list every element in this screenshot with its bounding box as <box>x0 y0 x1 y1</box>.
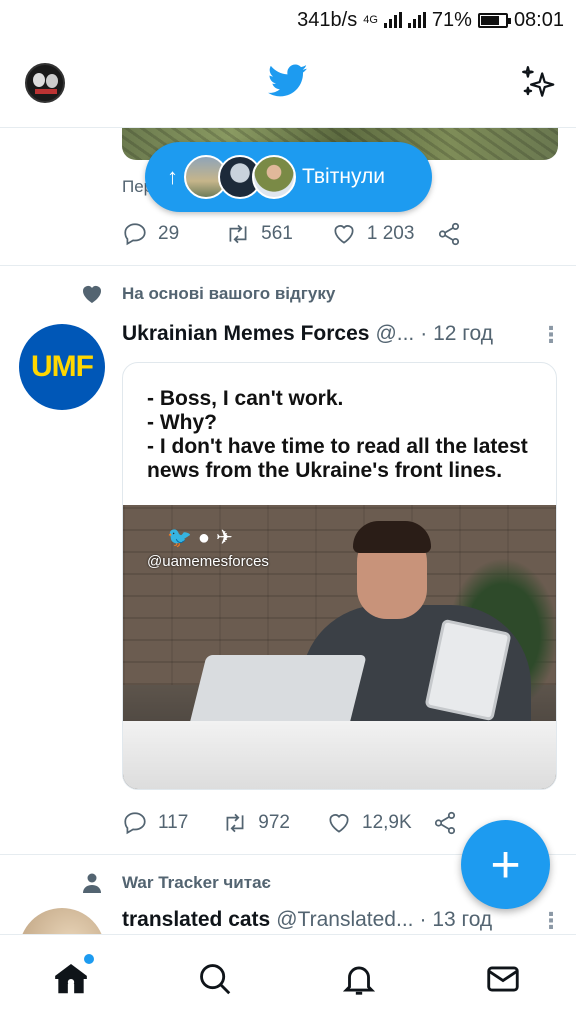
nav-home[interactable] <box>52 954 94 1000</box>
social-icons: 🐦●✈ <box>167 527 239 549</box>
share-icon <box>434 811 455 835</box>
tweet-time: · 13 год <box>419 908 493 931</box>
heart-filled-icon <box>83 286 101 303</box>
avatar <box>252 155 296 199</box>
new-tweets-pill[interactable]: ↑ Твітнули <box>145 142 432 212</box>
meme-caption: - Boss, I can't work. - Why? - I don't h… <box>147 387 544 483</box>
twitter-bird-icon[interactable] <box>268 64 308 98</box>
signal-icon <box>383 12 402 28</box>
battery-percent: 71% <box>431 8 472 31</box>
status-bar: 341b/s 4G 71% 08:01 <box>0 0 576 40</box>
reply-count: 29 <box>158 223 180 244</box>
retweet-button[interactable]: 561 <box>225 221 293 247</box>
sparkle-icon[interactable] <box>520 64 558 102</box>
like-button[interactable]: 12,9K <box>326 810 412 836</box>
app-header <box>0 40 576 128</box>
reply-count: 117 <box>158 812 189 833</box>
compose-tweet-button[interactable]: + <box>461 820 550 909</box>
clock: 08:01 <box>513 8 564 31</box>
reply-button[interactable]: 117 <box>122 810 188 836</box>
tweet-time: · 12 год <box>420 322 493 345</box>
tweet-media[interactable]: - Boss, I can't work. - Why? - I don't h… <box>122 362 557 790</box>
tweet-actions: 117 972 12,9K <box>122 808 502 838</box>
bell-icon <box>342 966 376 995</box>
share-icon <box>439 222 460 246</box>
author-handle[interactable]: @... <box>375 322 414 346</box>
new-tweets-label: Твітнули <box>302 165 385 188</box>
person-icon <box>83 873 101 893</box>
like-button[interactable]: 1 203 <box>331 221 415 247</box>
author-name[interactable]: translated cats <box>122 908 270 932</box>
meme-line: news from the Ukraine's front lines. <box>147 459 503 482</box>
retweet-button[interactable]: 972 <box>222 810 290 836</box>
bottom-nav <box>0 934 576 1024</box>
context-label: War Tracker читає <box>122 873 271 892</box>
like-count: 12,9K <box>362 812 412 833</box>
author-avatar[interactable]: UMF <box>19 324 105 410</box>
reply-button[interactable]: 29 <box>122 221 179 247</box>
retweet-count: 972 <box>258 812 290 833</box>
reply-icon <box>124 223 146 246</box>
tweet-context: War Tracker читає <box>80 871 271 895</box>
plus-icon: + <box>490 835 521 894</box>
battery-icon <box>477 12 511 28</box>
meme-photo: 🐦●✈ @uamemesforces <box>123 505 556 789</box>
retweet-icon <box>229 224 247 244</box>
nav-search[interactable] <box>196 960 236 1000</box>
profile-avatar[interactable] <box>25 63 65 103</box>
reply-icon <box>124 812 146 835</box>
arrow-up-icon: ↑ <box>167 164 178 189</box>
tweet-context: На основі вашого відгуку <box>80 282 335 306</box>
tweet-header: translated cats @Translated... · 13 год … <box>122 908 562 934</box>
heart-icon <box>329 814 349 833</box>
network-type: 4G <box>363 14 378 26</box>
avatar-text: UMF <box>31 350 94 383</box>
network-speed: 341b/s <box>297 8 358 31</box>
mail-icon <box>487 966 519 992</box>
like-count: 1 203 <box>366 223 415 244</box>
share-button[interactable] <box>432 810 458 836</box>
nav-messages[interactable] <box>484 960 524 1000</box>
meme-line: - I don't have time to read all the late… <box>147 435 528 458</box>
context-label: На основі вашого відгуку <box>122 284 336 303</box>
author-name[interactable]: Ukrainian Memes Forces <box>122 322 369 346</box>
notification-dot <box>84 954 94 964</box>
divider <box>0 265 576 266</box>
author-handle[interactable]: @Translated... <box>276 908 413 932</box>
heart-icon <box>334 225 354 244</box>
signal-icon-2 <box>407 12 426 28</box>
watermark: @uamemesforces <box>147 553 269 570</box>
pill-avatars <box>184 155 296 199</box>
nav-notifications[interactable] <box>340 960 380 1000</box>
more-options-icon[interactable]: ⋮ <box>540 908 562 934</box>
meme-line: - Boss, I can't work. <box>147 387 344 410</box>
meme-line: - Why? <box>147 411 217 434</box>
more-options-icon[interactable]: ⋮ <box>540 322 562 348</box>
search-icon <box>200 964 231 995</box>
previous-tweet-actions: 29 561 1 203 <box>122 219 502 249</box>
tweet-header: Ukrainian Memes Forces @... · 12 год ⋮ <box>122 322 562 348</box>
share-button[interactable] <box>436 221 462 247</box>
home-icon <box>55 963 87 994</box>
retweet-count: 561 <box>261 223 293 244</box>
retweet-icon <box>226 813 244 833</box>
